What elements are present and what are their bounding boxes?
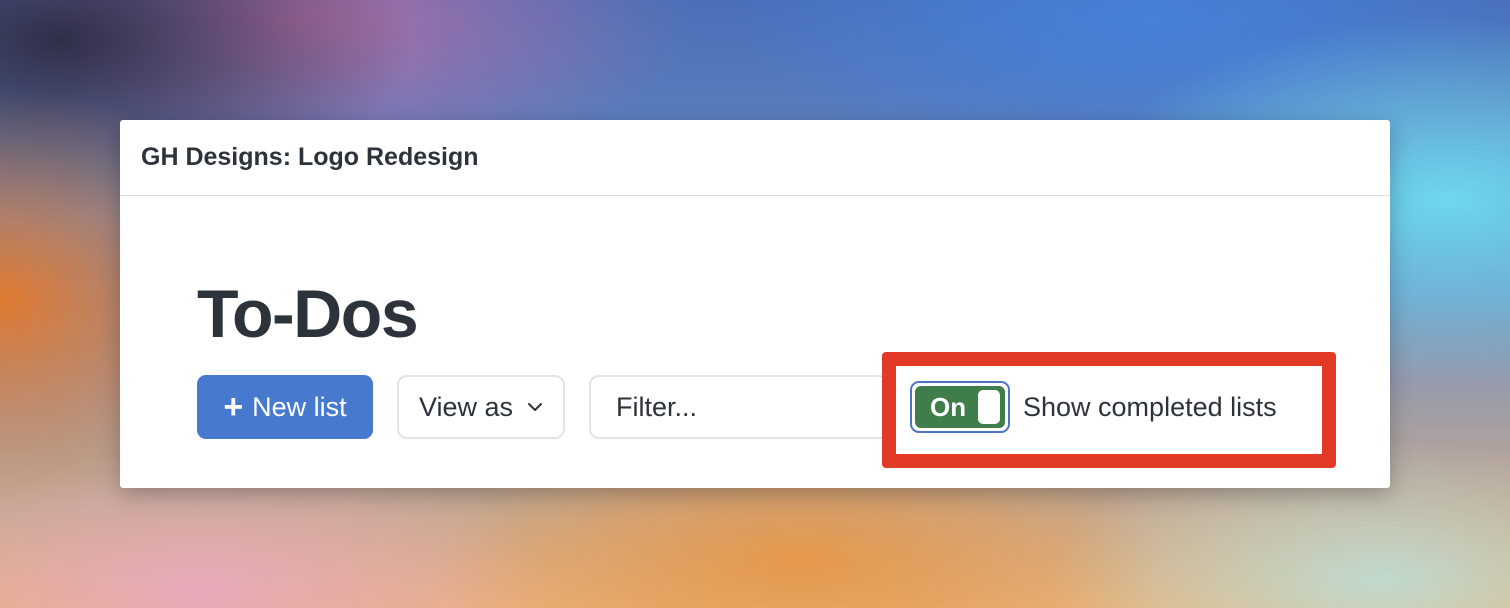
new-list-label: New list (252, 391, 347, 422)
view-as-label: View as (419, 391, 514, 422)
view-as-dropdown[interactable]: View as (397, 375, 565, 439)
toggle-track: On (915, 386, 1005, 428)
toggle-knob (978, 390, 1000, 424)
show-completed-toggle-group: On Show completed lists (910, 380, 1277, 434)
show-completed-toggle[interactable]: On (910, 381, 1010, 433)
app-window: GH Designs: Logo Redesign To-Dos + New l… (120, 120, 1390, 488)
plus-icon: + (223, 388, 244, 426)
new-list-button[interactable]: + New list (197, 375, 373, 439)
show-completed-label[interactable]: Show completed lists (1023, 392, 1277, 423)
window-header: GH Designs: Logo Redesign (120, 120, 1390, 196)
toggle-state-text: On (930, 391, 967, 422)
toolbar: + New list View as (197, 375, 889, 439)
window-title: GH Designs: Logo Redesign (141, 143, 479, 171)
chevron-down-icon (528, 403, 543, 411)
page-title: To-Dos (197, 276, 419, 352)
filter-input[interactable] (589, 375, 889, 439)
